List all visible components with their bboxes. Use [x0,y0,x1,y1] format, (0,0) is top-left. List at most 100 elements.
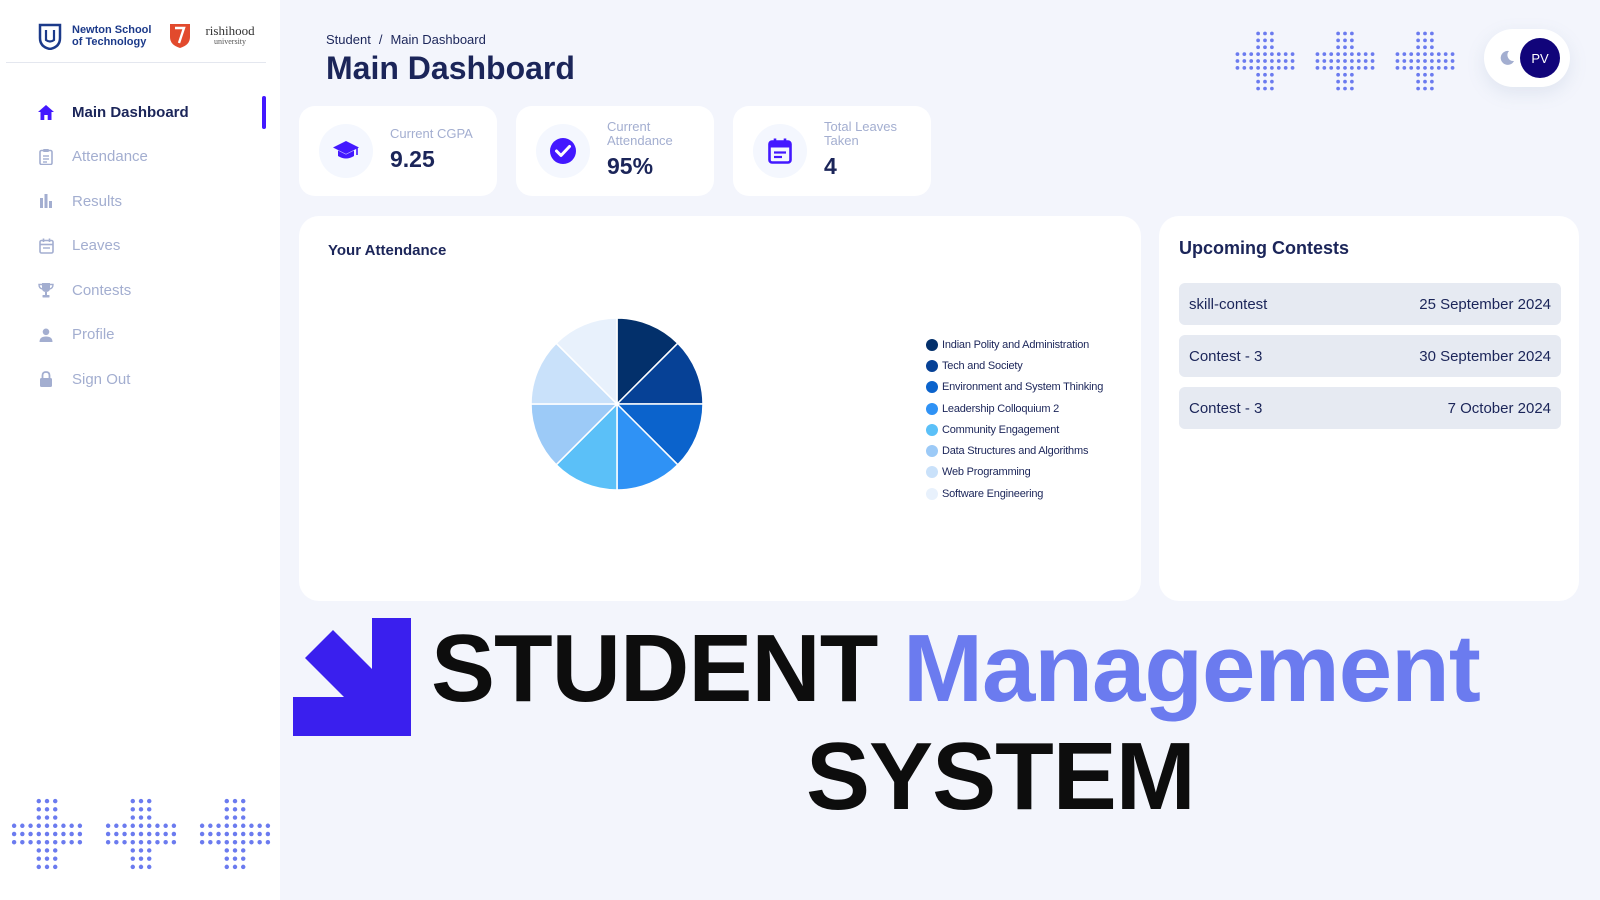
graduation-cap-icon [319,124,373,178]
person-icon [38,327,54,343]
arrow-logo-icon [293,618,411,736]
contest-date: 30 September 2024 [1419,347,1551,365]
sidebar-item-label: Attendance [72,148,148,166]
newton-school-name: Newton School of Technology [72,24,152,48]
contest-name: Contest - 3 [1189,399,1263,417]
brand-logos: Newton School of Technology rishihood un… [38,22,255,50]
sidebar-item-leaves[interactable]: Leaves [0,224,280,269]
legend-dot [926,423,938,436]
legend-label: Indian Polity and Administration [942,338,1090,351]
legend-label: Leadership Colloquium 2 [942,402,1060,415]
sidebar-item-label: Leaves [72,237,121,255]
decorative-dots-header-1 [1234,30,1296,97]
sidebar-nav: Main Dashboard Attendance Results Leaves [0,90,280,402]
banner-word-student: STUDENT [431,615,878,722]
legend-item[interactable]: Software Engineering [926,483,1103,504]
legend-item[interactable]: Leadership Colloquium 2 [926,398,1103,419]
breadcrumb-root[interactable]: Student [326,32,371,47]
sidebar-item-results[interactable]: Results [0,179,280,224]
legend-item[interactable]: Web Programming [926,462,1103,483]
legend-label: Data Structures and Algorithms [942,445,1089,458]
sidebar-item-label: Sign Out [72,370,131,388]
sidebar-item-label: Results [72,192,123,210]
sidebar-item-label: Main Dashboard [72,103,189,121]
banner-word-management: Management [903,615,1481,722]
attendance-legend: Indian Polity and Administration Tech and… [926,334,1103,504]
trophy-icon [38,282,54,298]
stat-card-leaves: Total Leaves Taken 4 [733,106,931,196]
legend-label: Software Engineering [942,487,1044,500]
moon-icon[interactable] [1498,49,1516,67]
decorative-dots-3 [198,797,272,876]
active-indicator [262,96,266,129]
contest-row[interactable]: Contest - 3 7 October 2024 [1179,387,1561,429]
legend-dot [926,466,938,479]
sidebar-item-attendance[interactable]: Attendance [0,135,280,180]
stat-card-attendance: Current Attendance 95% [516,106,714,196]
decorative-dots-2 [104,797,178,876]
legend-label: Community Engagement [942,423,1060,436]
bar-chart-icon [38,193,54,209]
breadcrumb-current: Main Dashboard [390,32,486,47]
legend-label: Web Programming [942,466,1031,479]
sidebar-item-label: Contests [72,281,132,299]
legend-dot [926,445,938,458]
contest-date: 7 October 2024 [1447,399,1551,417]
breadcrumb-separator: / [378,32,383,47]
contest-name: skill-contest [1189,295,1268,313]
calendar-icon [38,238,54,254]
sidebar-item-label: Profile [72,326,115,344]
legend-item[interactable]: Community Engagement [926,419,1103,440]
calendar-icon [753,124,807,178]
legend-item[interactable]: Indian Polity and Administration [926,334,1103,355]
attendance-title: Your Attendance [328,242,447,259]
rishihood-shield-icon [170,24,191,48]
decorative-dots-header-3 [1394,30,1456,97]
sidebar: Newton School of Technology rishihood un… [0,0,280,900]
clipboard-icon [38,148,54,165]
newton-school-logo-icon [38,23,62,50]
sidebar-divider [6,62,266,63]
legend-dot [926,487,938,500]
legend-item[interactable]: Environment and System Thinking [926,377,1103,398]
contest-row[interactable]: Contest - 3 30 September 2024 [1179,335,1561,377]
legend-item[interactable]: Tech and Society [926,355,1103,376]
stat-value: 9.25 [390,146,435,172]
upcoming-contests-card: Upcoming Contests skill-contest 25 Septe… [1159,216,1579,601]
home-icon [38,104,54,120]
contest-date: 25 September 2024 [1419,295,1551,313]
legend-dot [926,359,938,372]
lock-icon [38,371,54,388]
decorative-dots-1 [10,797,84,876]
sidebar-item-main-dashboard[interactable]: Main Dashboard [0,90,280,135]
stat-value: 4 [824,153,837,179]
stat-label: Current Attendance [607,119,673,148]
breadcrumb: Student / Main Dashboard [326,32,486,47]
attendance-card: Your Attendance Indian Polity and Admini… [299,216,1141,601]
contest-row[interactable]: skill-contest 25 September 2024 [1179,283,1561,325]
legend-label: Tech and Society [942,359,1023,372]
check-circle-icon [536,124,590,178]
attendance-pie-chart [530,317,704,491]
decorative-dots-header-2 [1314,30,1376,97]
legend-dot [926,402,938,415]
profile-pill: PV [1484,29,1570,87]
avatar[interactable]: PV [1520,38,1560,78]
sidebar-item-contests[interactable]: Contests [0,268,280,313]
sidebar-item-profile[interactable]: Profile [0,313,280,358]
page-title: Main Dashboard [326,50,575,86]
banner-word-system: SYSTEM [806,723,1196,830]
stat-value: 95% [607,153,654,179]
stat-card-cgpa: Current CGPA 9.25 [299,106,497,196]
banner-headline: STUDENT Management [431,614,1481,724]
contests-title: Upcoming Contests [1179,238,1350,258]
sidebar-item-sign-out[interactable]: Sign Out [0,357,280,402]
stat-label: Current CGPA [390,126,473,141]
legend-dot [926,338,938,351]
stat-label: Total Leaves Taken [824,119,897,148]
legend-label: Environment and System Thinking [942,381,1104,394]
rishihood-name: rishihood university [205,23,255,46]
legend-dot [926,381,938,394]
legend-item[interactable]: Data Structures and Algorithms [926,440,1103,461]
contest-name: Contest - 3 [1189,347,1263,365]
